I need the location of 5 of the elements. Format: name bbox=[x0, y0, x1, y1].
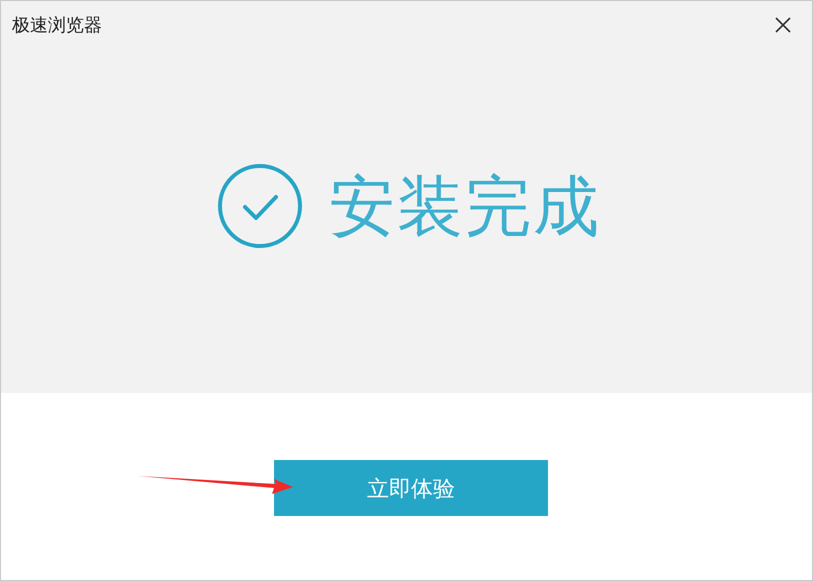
status-message: 安装完成 bbox=[329, 173, 601, 239]
start-button[interactable]: 立即体验 bbox=[274, 460, 548, 516]
close-icon[interactable] bbox=[774, 16, 792, 34]
check-circle-icon bbox=[217, 163, 303, 249]
window-title: 极速浏览器 bbox=[12, 14, 102, 36]
